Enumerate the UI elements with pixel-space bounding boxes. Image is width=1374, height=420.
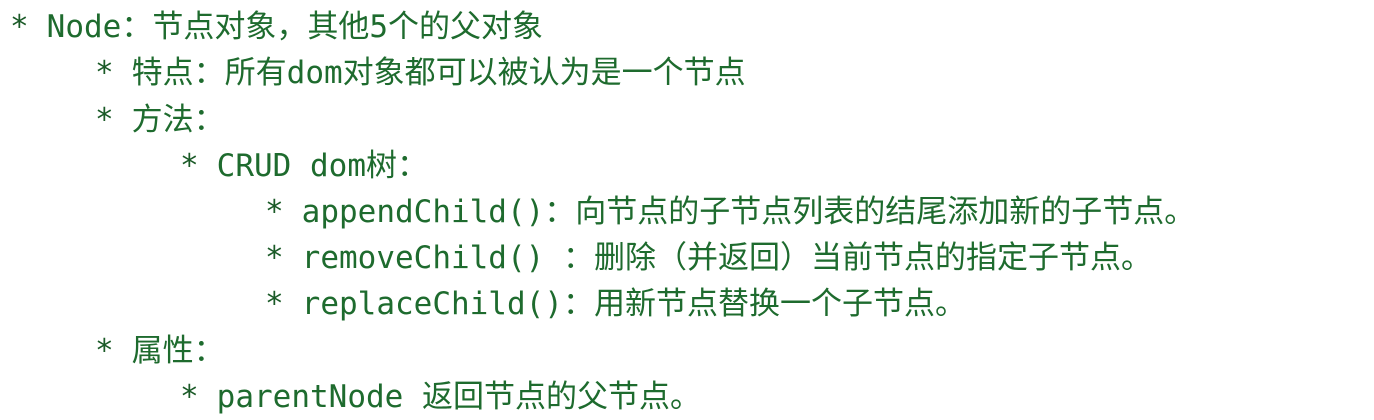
bullet-asterisk: * [265,240,284,276]
outline-item-properties: * 属性： [95,328,225,374]
outline-text: 特点：所有dom对象都可以被认为是一个节点 [131,55,746,91]
outline-text: 方法： [131,102,225,138]
outline-item-parent-node: * parentNode 返回节点的父节点。 [180,374,701,420]
outline-item-replace-child: * replaceChild()：用新节点替换一个子节点。 [265,281,966,327]
outline-item-append-child: * appendChild()：向节点的子节点列表的结尾添加新的子节点。 [265,189,1195,235]
bullet-asterisk: * [265,194,284,230]
outline-item-crud: * CRUD dom树： [180,143,428,189]
outline-text: 属性： [131,333,225,369]
bullet-asterisk: * [95,333,114,369]
outline-item-remove-child: * removeChild() ：删除（并返回）当前节点的指定子节点。 [265,235,1152,281]
outline-text: appendChild()：向节点的子节点列表的结尾添加新的子节点。 [301,194,1196,230]
outline-text: removeChild() ：删除（并返回）当前节点的指定子节点。 [301,240,1152,276]
outline-text: Node：节点对象，其他5个的父对象 [46,9,543,45]
bullet-asterisk: * [10,9,29,45]
outline-item-node: * Node：节点对象，其他5个的父对象 [10,4,543,50]
outline-text: replaceChild()：用新节点替换一个子节点。 [301,286,966,322]
outline-item-methods: * 方法： [95,97,225,143]
bullet-asterisk: * [95,102,114,138]
bullet-asterisk: * [180,379,199,415]
outline-item-features: * 特点：所有dom对象都可以被认为是一个节点 [95,50,746,96]
bullet-asterisk: * [265,286,284,322]
bullet-asterisk: * [180,148,199,184]
bullet-asterisk: * [95,55,114,91]
outline-text: CRUD dom树： [216,148,428,184]
outline-text: parentNode 返回节点的父节点。 [216,379,701,415]
document-outline: * Node：节点对象，其他5个的父对象 * 特点：所有dom对象都可以被认为是一个… [0,0,1374,420]
